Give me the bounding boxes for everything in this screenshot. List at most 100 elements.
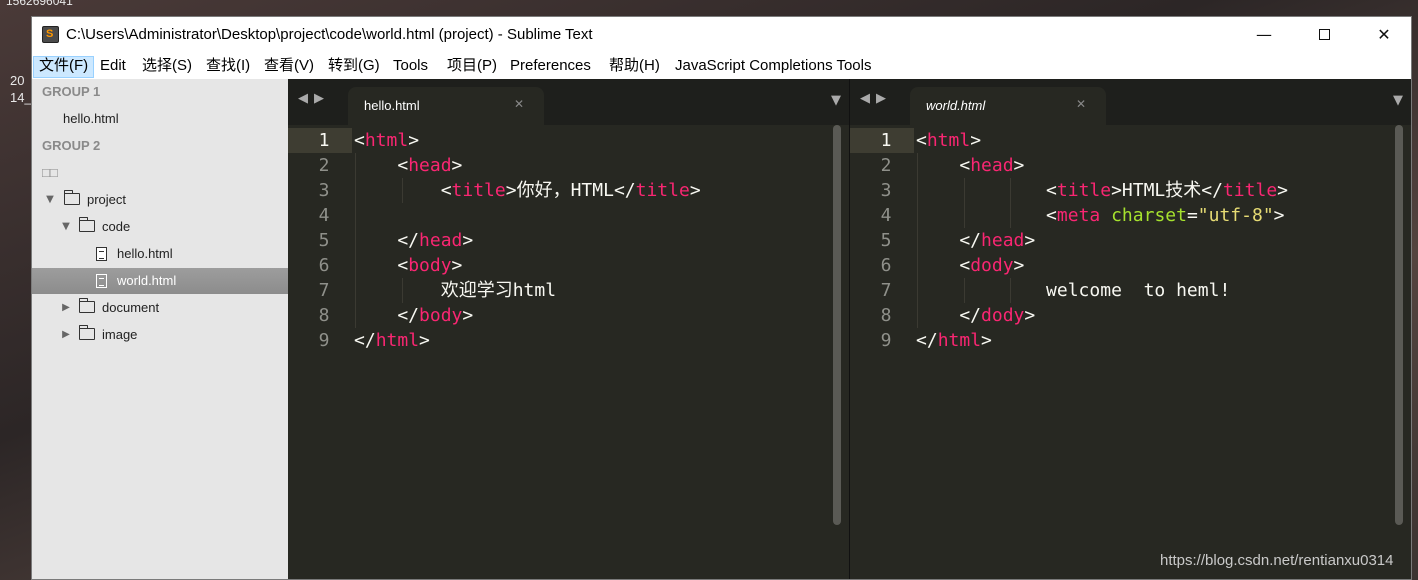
body-text: welcome to heml! bbox=[1046, 280, 1231, 301]
tab-world[interactable]: world.html ✕ bbox=[910, 87, 1106, 125]
folder-open-icon bbox=[78, 217, 95, 232]
menu-find[interactable]: 查找(I) bbox=[201, 56, 255, 78]
group-2-header-label: GROUP 2 bbox=[42, 138, 101, 153]
line-gutter: 1 2 3 4 5 6 7 8 9 bbox=[850, 125, 914, 579]
tab-label: world.html bbox=[926, 98, 986, 113]
tab-dropdown-icon[interactable]: ▼ bbox=[831, 93, 841, 108]
tree-file-world[interactable]: world.html bbox=[32, 268, 288, 294]
tree-folder-image[interactable]: ▶ image bbox=[32, 322, 288, 348]
close-button[interactable]: ✕ bbox=[1355, 17, 1411, 52]
code-line: <dody> bbox=[916, 255, 1025, 276]
tree-folder-document[interactable]: ▶ document bbox=[32, 295, 288, 321]
line-number: 4 bbox=[318, 205, 330, 226]
menu-javascript-completions-tools[interactable]: JavaScript Completions Tools bbox=[670, 56, 876, 78]
meta-attribute: charset bbox=[1111, 205, 1187, 226]
menu-view[interactable]: 查看(V) bbox=[259, 56, 319, 78]
code-line: <html> bbox=[354, 130, 420, 151]
folders-header-label: □□ bbox=[42, 165, 58, 180]
code-line: <title>你好，HTML</title> bbox=[354, 180, 701, 201]
code-line: </head> bbox=[354, 230, 474, 251]
watermark: https://blog.csdn.net/rentianxu0314 bbox=[1160, 552, 1394, 569]
vertical-scrollbar[interactable] bbox=[833, 125, 841, 525]
folder-label: document bbox=[102, 300, 160, 315]
open-file-hello[interactable]: hello.html bbox=[32, 106, 288, 132]
line-number: 1 bbox=[288, 128, 352, 153]
code-editor[interactable]: 1 2 3 4 5 6 7 8 9 <html> <head> <title>H… bbox=[850, 125, 1411, 579]
desktop-icon-label-left: 20 14_ bbox=[10, 72, 32, 106]
code-line: welcome to heml! bbox=[916, 278, 1230, 303]
chevron-right-icon[interactable]: ▶ bbox=[60, 295, 72, 321]
line-number: 2 bbox=[880, 155, 892, 176]
code-line: </html> bbox=[916, 330, 992, 351]
chevron-right-icon[interactable]: ▶ bbox=[60, 322, 72, 348]
title-bar[interactable]: S C:\Users\Administrator\Desktop\project… bbox=[32, 17, 1411, 52]
line-number: 5 bbox=[880, 230, 892, 251]
chevron-down-icon[interactable]: ▼ bbox=[60, 214, 72, 240]
close-tab-icon[interactable]: ✕ bbox=[514, 97, 524, 111]
menu-project[interactable]: 项目(P) bbox=[442, 56, 502, 78]
line-number: 9 bbox=[880, 330, 892, 351]
code-line: <meta charset="utf-8"> bbox=[916, 205, 1285, 226]
code-line: <body> bbox=[354, 255, 463, 276]
line-number: 6 bbox=[880, 255, 892, 276]
line-number: 7 bbox=[318, 280, 330, 301]
tab-dropdown-icon[interactable]: ▼ bbox=[1393, 93, 1403, 108]
desktop-label-line-2: 14_ bbox=[10, 90, 32, 105]
menu-selection[interactable]: 选择(S) bbox=[137, 56, 197, 78]
line-number: 7 bbox=[880, 280, 892, 301]
menu-tools[interactable]: Tools bbox=[388, 56, 433, 78]
folder-icon bbox=[78, 298, 95, 313]
title-text: HTML技术 bbox=[1121, 180, 1202, 201]
line-number: 3 bbox=[318, 180, 330, 201]
folder-label: project bbox=[87, 192, 127, 207]
group-1-header: GROUP 1 bbox=[32, 79, 288, 105]
menu-help[interactable]: 帮助(H) bbox=[604, 56, 665, 78]
sublime-text-icon: S bbox=[42, 26, 59, 43]
folders-header: □□ bbox=[32, 160, 288, 186]
menu-bar: 文件(F) Edit 选择(S) 查找(I) 查看(V) 转到(G) Tools… bbox=[32, 52, 1411, 79]
folder-label: code bbox=[102, 219, 131, 234]
file-label: hello.html bbox=[117, 246, 173, 261]
sublime-window: S C:\Users\Administrator\Desktop\project… bbox=[31, 16, 1412, 580]
code-line: </head> bbox=[916, 230, 1036, 251]
folder-icon bbox=[78, 325, 95, 340]
group-1-header-label: GROUP 1 bbox=[42, 84, 101, 99]
tab-hello[interactable]: hello.html ✕ bbox=[348, 87, 544, 125]
sidebar: GROUP 1 hello.html GROUP 2 □□ ▼ project … bbox=[32, 79, 288, 579]
tab-nav-arrows-icon[interactable]: ◀▶ bbox=[298, 91, 330, 106]
maximize-button[interactable] bbox=[1295, 17, 1353, 52]
line-number: 1 bbox=[850, 128, 914, 153]
editor-pane-group-1: ◀▶ hello.html ✕ ▼ 1 2 3 4 5 6 7 8 9 <htm bbox=[288, 79, 849, 579]
tree-file-hello[interactable]: hello.html bbox=[32, 241, 288, 267]
tree-folder-code[interactable]: ▼ code bbox=[32, 214, 288, 240]
close-tab-icon[interactable]: ✕ bbox=[1076, 97, 1086, 111]
code-line: </body> bbox=[354, 305, 474, 326]
menu-file[interactable]: 文件(F) bbox=[33, 56, 95, 78]
menu-preferences[interactable]: Preferences bbox=[505, 56, 596, 78]
file-icon bbox=[96, 247, 107, 261]
window-title: C:\Users\Administrator\Desktop\project\c… bbox=[66, 26, 593, 43]
menu-edit[interactable]: Edit bbox=[95, 56, 131, 78]
line-number: 2 bbox=[318, 155, 330, 176]
tab-bar: ◀▶ world.html ✕ ▼ bbox=[850, 79, 1411, 125]
tree-folder-project[interactable]: ▼ project bbox=[32, 187, 288, 213]
code-line: <title>HTML技术</title> bbox=[916, 180, 1288, 201]
file-label: world.html bbox=[117, 273, 177, 288]
file-icon bbox=[96, 274, 107, 288]
desktop-label-line-1: 20 bbox=[10, 73, 25, 88]
meta-value: "utf-8" bbox=[1197, 205, 1274, 226]
line-number: 8 bbox=[318, 305, 330, 326]
code-line: <head> bbox=[354, 155, 463, 176]
folder-open-icon bbox=[63, 190, 80, 205]
code-editor[interactable]: 1 2 3 4 5 6 7 8 9 <html> <head> <title>你… bbox=[288, 125, 849, 579]
body-text: 欢迎学习html bbox=[440, 280, 557, 301]
desktop-icon-label: 1562696041 bbox=[6, 0, 73, 8]
tab-nav-arrows-icon[interactable]: ◀▶ bbox=[860, 91, 892, 106]
line-number: 9 bbox=[318, 330, 330, 351]
vertical-scrollbar[interactable] bbox=[1395, 125, 1403, 525]
chevron-down-icon[interactable]: ▼ bbox=[44, 187, 56, 213]
minimize-button[interactable]: — bbox=[1235, 17, 1293, 52]
menu-goto[interactable]: 转到(G) bbox=[323, 56, 385, 78]
line-number: 3 bbox=[880, 180, 892, 201]
code-line: </html> bbox=[354, 330, 430, 351]
